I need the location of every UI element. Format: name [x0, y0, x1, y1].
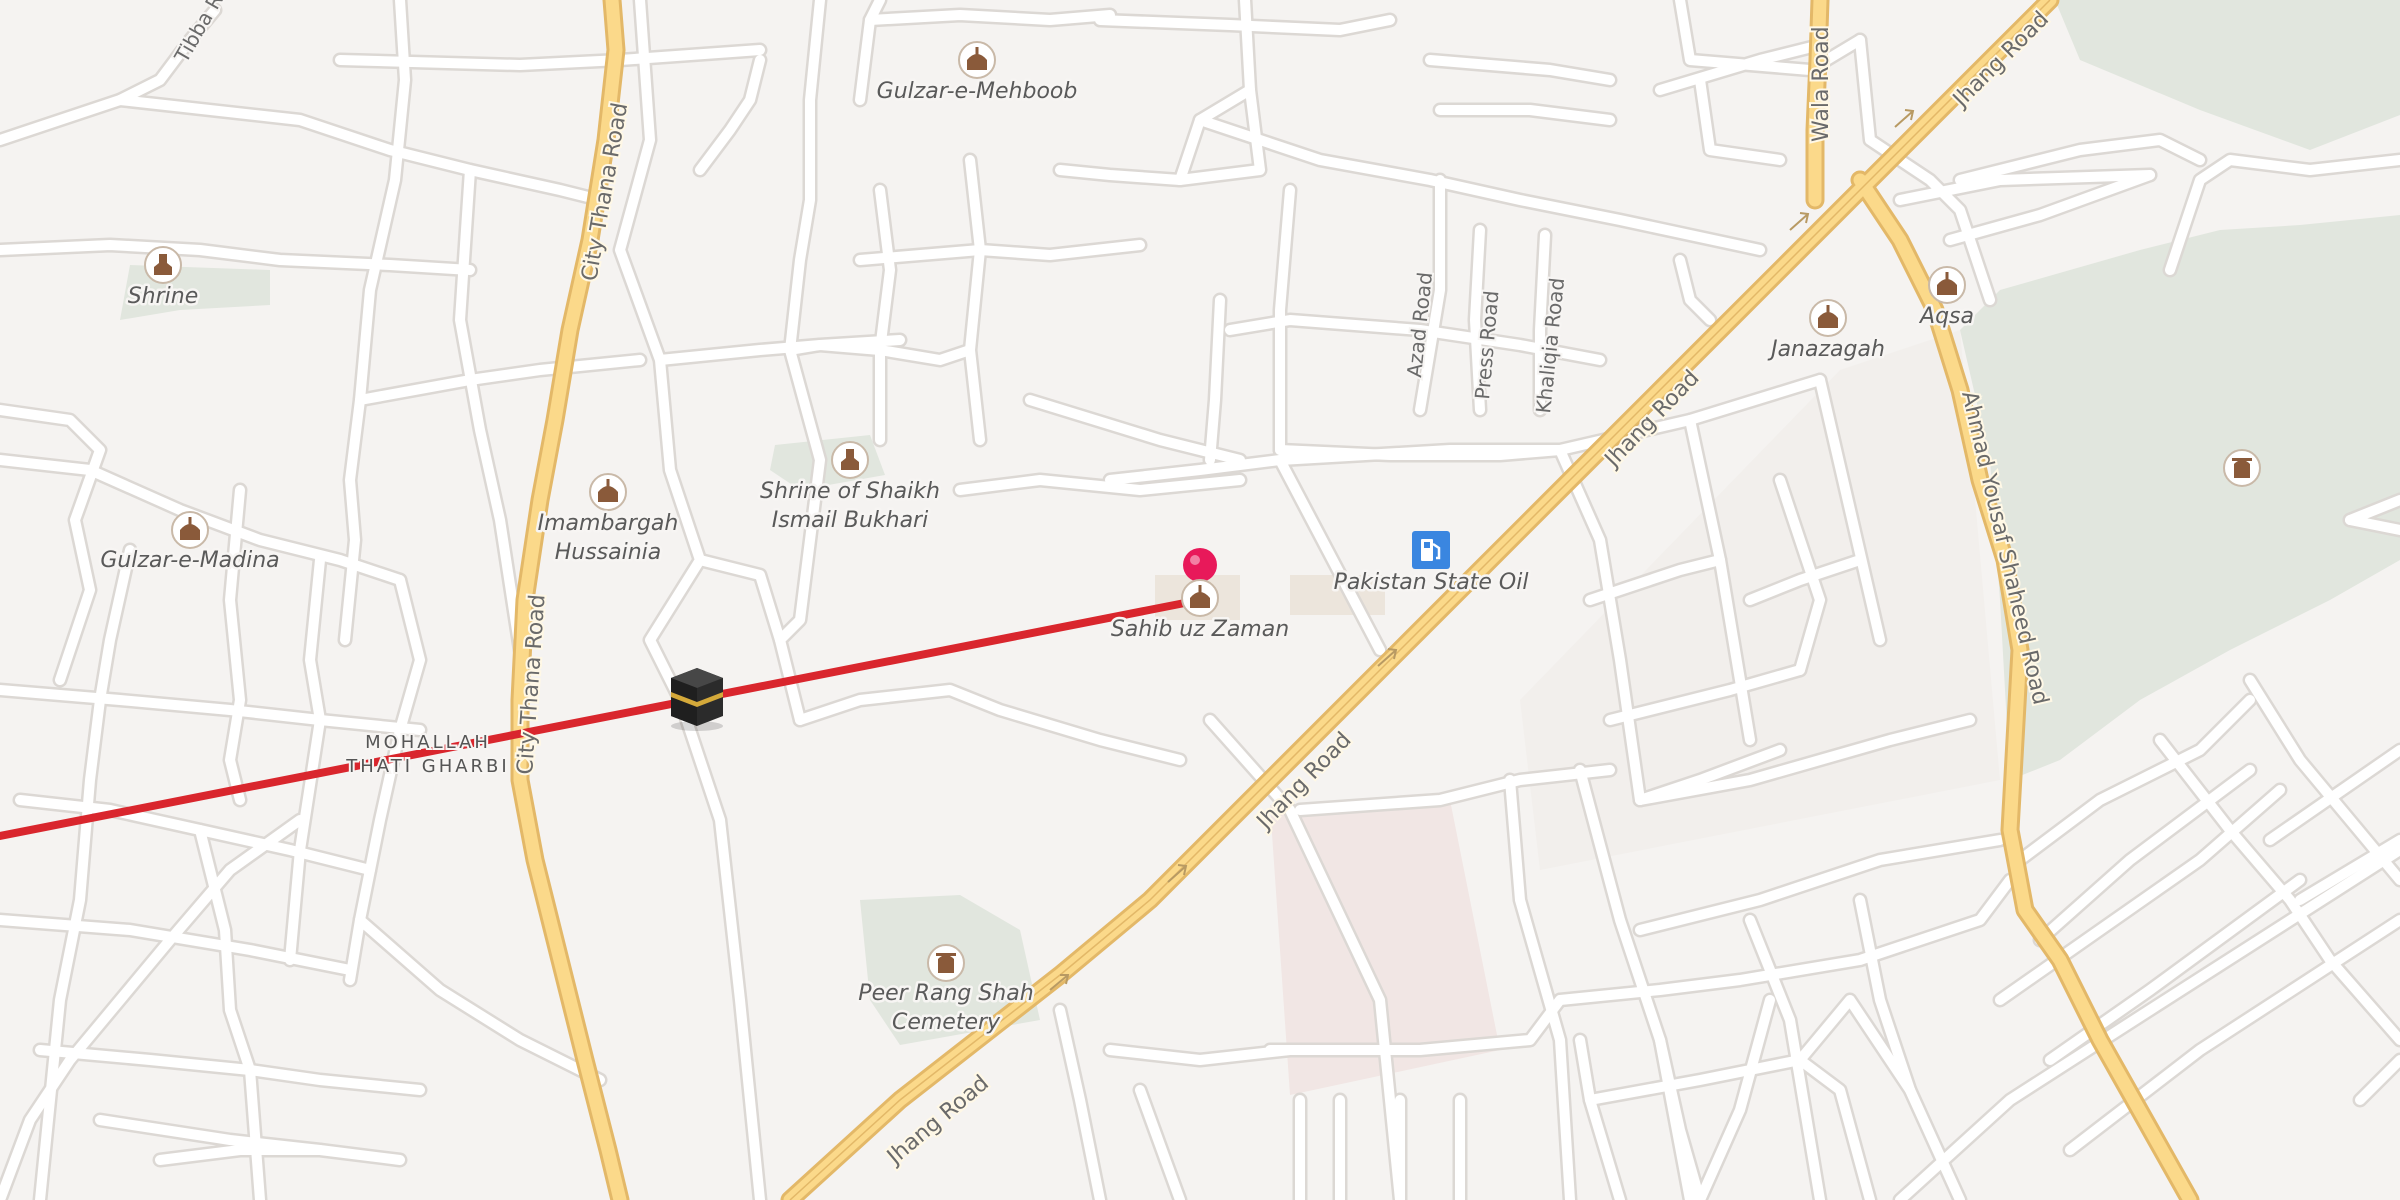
cemetery-icon: [927, 944, 965, 982]
mosque-icon: [589, 473, 627, 511]
fuel-station-icon: [1412, 531, 1450, 569]
svg-text:Hussainia: Hussainia: [555, 540, 662, 565]
map-canvas[interactable]: Gulzar-e-Mehboob Shrine Shrine of Shaikh…: [0, 0, 2400, 1200]
mosque-icon: [1809, 299, 1847, 337]
shrine-icon: [144, 246, 182, 284]
svg-text:Aqsa: Aqsa: [1918, 304, 1974, 329]
svg-text:Sahib uz Zaman: Sahib uz Zaman: [1111, 617, 1289, 642]
svg-text:Cemetery: Cemetery: [892, 1010, 1001, 1035]
shrine-icon: [831, 441, 869, 479]
svg-text:Ismail Bukhari: Ismail Bukhari: [772, 508, 928, 533]
area-label-thati-gharbi: THATI GHARBI: [345, 756, 509, 777]
svg-text:Janazagah: Janazagah: [1767, 337, 1885, 362]
svg-text:Peer Rang Shah: Peer Rang Shah: [858, 981, 1033, 1006]
mosque-icon: [1181, 579, 1219, 617]
area-label-mohallah: MOHALLAH: [365, 732, 491, 753]
road-label-wala-road: Wala Road: [1809, 26, 1834, 142]
poi-cemetery-east[interactable]: [2223, 449, 2261, 487]
svg-text:Gulzar-e-Mehboob: Gulzar-e-Mehboob: [877, 79, 1078, 104]
svg-text:Shrine: Shrine: [128, 284, 199, 309]
mosque-icon: [1928, 266, 1966, 304]
mosque-icon: [171, 511, 209, 549]
svg-text:Imambargah: Imambargah: [538, 511, 679, 536]
svg-text:Gulzar-e-Madina: Gulzar-e-Madina: [100, 548, 279, 573]
svg-text:Shrine of Shaikh: Shrine of Shaikh: [760, 479, 940, 504]
svg-text:Pakistan State Oil: Pakistan State Oil: [1334, 570, 1529, 595]
cemetery-icon: [2223, 449, 2261, 487]
mosque-icon: [958, 41, 996, 79]
